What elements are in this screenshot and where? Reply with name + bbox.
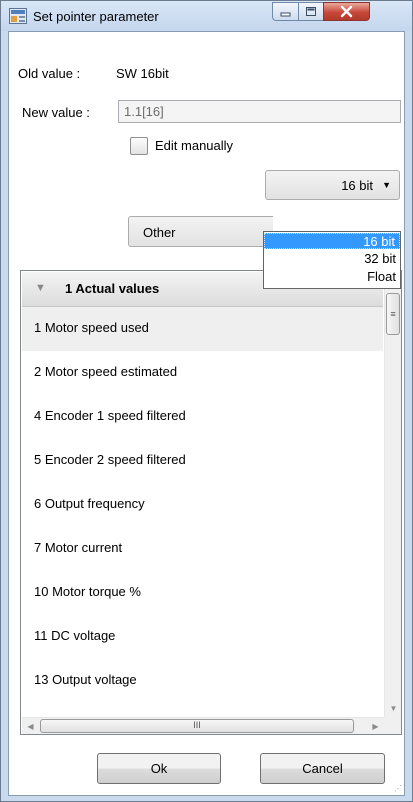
list-item[interactable]: 4 Encoder 1 speed filtered (22, 395, 383, 439)
option-float[interactable]: Float (264, 269, 400, 285)
source-selected: Other (143, 225, 176, 240)
scroll-left-icon[interactable]: ◀ (22, 718, 39, 734)
close-icon (340, 5, 353, 18)
vertical-scroll-thumb[interactable]: ≡ (386, 293, 400, 335)
list-item[interactable]: 10 Motor torque % (22, 571, 383, 615)
window-title: Set pointer parameter (33, 9, 159, 24)
old-value-text: SW 16bit (116, 66, 169, 81)
horizontal-scrollbar[interactable]: ◀ III ▶ (22, 717, 384, 734)
old-value-label: Old value : (18, 66, 81, 81)
scroll-corner (384, 717, 401, 734)
ok-button[interactable]: Ok (97, 753, 221, 784)
new-value-field[interactable]: 1.1[16] (118, 100, 401, 123)
list-item[interactable]: 5 Encoder 2 speed filtered (22, 439, 383, 483)
list-item-label: 6 Output frequency (34, 496, 145, 511)
dialog-window: Set pointer parameter Old value : SW 16b… (0, 0, 413, 802)
scroll-down-icon[interactable]: ▼ (385, 700, 401, 717)
cancel-button[interactable]: Cancel (260, 753, 385, 784)
vertical-scrollbar[interactable]: ▲ ≡ ▼ (384, 272, 401, 717)
bit-size-selected: 16 bit (341, 178, 373, 193)
list-item[interactable]: 1 Motor speed used (22, 307, 383, 351)
list-item-label: 4 Encoder 1 speed filtered (34, 408, 186, 423)
new-value-label: New value : (22, 105, 90, 120)
group-title: 1 Actual values (65, 281, 160, 296)
title-bar[interactable]: Set pointer parameter (1, 1, 412, 31)
parameter-list[interactable]: ▼ 1 Actual values 1 Motor speed used 2 M… (20, 270, 402, 735)
minimize-button[interactable] (272, 2, 299, 21)
bit-size-dropdown[interactable]: 16 bit ▼ (265, 170, 400, 200)
list-item-label: 11 DC voltage (34, 628, 116, 643)
resize-grip-icon[interactable]: ⋰ (394, 784, 402, 793)
collapse-triangle-icon[interactable]: ▼ (35, 282, 46, 294)
option-16-bit[interactable]: 16 bit (264, 233, 400, 249)
list-item-label: 1 Motor speed used (34, 320, 149, 335)
list-item-label: 10 Motor torque % (34, 584, 141, 599)
list-item[interactable]: 7 Motor current (22, 527, 383, 571)
edit-manually-checkbox[interactable] (130, 137, 148, 155)
maximize-button[interactable] (298, 2, 324, 21)
source-dropdown[interactable]: Other (128, 216, 273, 247)
list-item[interactable]: 13 Output voltage (22, 659, 383, 703)
chevron-down-icon: ▼ (382, 180, 391, 190)
dialog-body: Old value : SW 16bit New value : 1.1[16]… (8, 31, 405, 796)
list-item[interactable]: 11 DC voltage (22, 615, 383, 659)
bit-size-options[interactable]: 16 bit 32 bit Float (263, 231, 401, 289)
app-settings-icon (9, 8, 27, 24)
close-button[interactable] (323, 2, 370, 21)
maximize-icon (306, 7, 316, 16)
minimize-icon (280, 12, 291, 17)
list-item[interactable]: 6 Output frequency (22, 483, 383, 527)
list-item-label: 5 Encoder 2 speed filtered (34, 452, 186, 467)
scroll-right-icon[interactable]: ▶ (367, 718, 384, 734)
list-item-label: 7 Motor current (34, 540, 123, 555)
option-32-bit[interactable]: 32 bit (264, 251, 400, 267)
horizontal-scroll-thumb[interactable]: III (40, 719, 354, 733)
list-item[interactable]: 2 Motor speed estimated (22, 351, 383, 395)
list-item-label: 2 Motor speed estimated (34, 364, 178, 379)
list-item-label: 13 Output voltage (34, 672, 137, 687)
edit-manually-label[interactable]: Edit manually (155, 138, 233, 153)
